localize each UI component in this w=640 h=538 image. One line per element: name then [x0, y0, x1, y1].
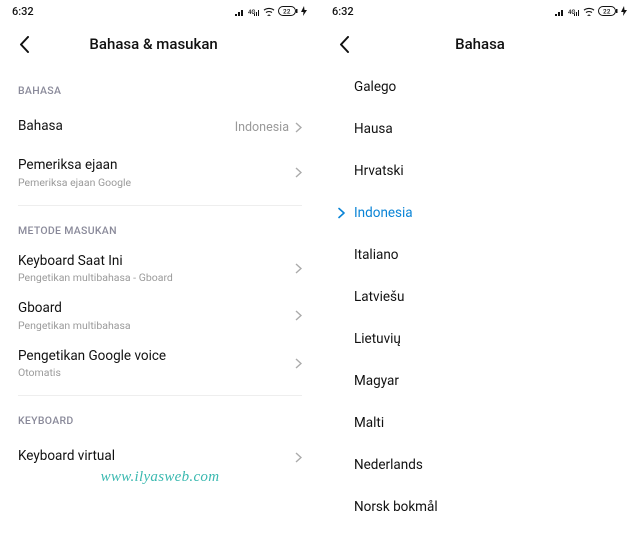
language-option[interactable]: Italiano	[338, 234, 622, 276]
signal-icon	[235, 7, 245, 16]
divider	[18, 395, 302, 396]
language-option[interactable]: Hrvatski	[338, 150, 622, 192]
section-label-metode: METODE MASUKAN	[18, 224, 302, 237]
page-title: Bahasa & masukan	[89, 35, 217, 53]
charging-icon	[301, 6, 308, 16]
chevron-right-icon	[338, 208, 345, 219]
language-option[interactable]: Lietuvių	[338, 318, 622, 360]
status-bar: 6:32 4G 22	[320, 0, 640, 22]
screen-language-input: 6:32 4G 22 Bahasa & masukan BAHASA Bahas…	[0, 0, 320, 538]
chevron-left-icon	[339, 36, 350, 53]
language-option[interactable]: Magyar	[338, 360, 622, 402]
chevron-left-icon	[19, 36, 30, 53]
row-sub: Otomatis	[18, 366, 295, 379]
settings-content: BAHASA Bahasa Indonesia Pemeriksa ejaan …	[0, 84, 320, 479]
chevron-right-icon	[295, 358, 302, 369]
chevron-right-icon	[295, 263, 302, 274]
battery-level: 22	[283, 8, 291, 16]
header: Bahasa & masukan	[0, 22, 320, 66]
battery-icon: 22	[598, 6, 618, 16]
language-option[interactable]: Malti	[338, 402, 622, 444]
language-option[interactable]: Galego	[338, 66, 622, 108]
row-title: Keyboard Saat Ini	[18, 253, 295, 271]
row-spellcheck[interactable]: Pemeriksa ejaan Pemeriksa ejaan Google	[18, 149, 302, 197]
battery-icon: 22	[278, 6, 298, 16]
chevron-right-icon	[295, 452, 302, 463]
status-time: 6:32	[12, 5, 34, 18]
status-bar: 6:32 4G 22	[0, 0, 320, 22]
row-title: Bahasa	[18, 118, 235, 136]
row-current-keyboard[interactable]: Keyboard Saat Ini Pengetikan multibahasa…	[18, 245, 302, 293]
svg-text:22: 22	[603, 8, 611, 16]
chevron-right-icon	[295, 122, 302, 133]
wifi-icon	[583, 7, 595, 16]
signal-icon	[555, 7, 565, 16]
language-option[interactable]: Indonesia	[338, 192, 622, 234]
language-option[interactable]: Latviešu	[338, 276, 622, 318]
language-option[interactable]: Norsk bokmål	[338, 486, 622, 528]
signal-4g-icon: 4G	[568, 7, 580, 16]
status-time: 6:32	[332, 5, 354, 18]
row-value: Indonesia	[235, 120, 289, 135]
row-google-voice[interactable]: Pengetikan Google voice Otomatis	[18, 340, 302, 388]
back-button[interactable]	[334, 34, 354, 54]
wifi-icon	[263, 7, 275, 16]
language-option[interactable]: Nederlands	[338, 444, 622, 486]
signal-4g-icon: 4G	[248, 7, 260, 16]
chevron-right-icon	[295, 310, 302, 321]
back-button[interactable]	[14, 34, 34, 54]
row-title: Gboard	[18, 300, 295, 318]
row-virtual-keyboard[interactable]: Keyboard virtual	[18, 435, 302, 479]
screen-language-select: 6:32 4G 22 Bahasa GalegoHausaHrvatskiInd…	[320, 0, 640, 538]
row-title: Pemeriksa ejaan	[18, 157, 295, 175]
language-list: GalegoHausaHrvatskiIndonesiaItalianoLatv…	[320, 66, 640, 528]
row-title: Pengetikan Google voice	[18, 348, 295, 366]
status-icons: 4G 22	[235, 6, 308, 16]
charging-icon	[621, 6, 628, 16]
row-sub: Pemeriksa ejaan Google	[18, 176, 295, 189]
divider	[18, 205, 302, 206]
row-title: Keyboard virtual	[18, 448, 295, 466]
row-gboard[interactable]: Gboard Pengetikan multibahasa	[18, 292, 302, 340]
language-option[interactable]: Hausa	[338, 108, 622, 150]
row-sub: Pengetikan multibahasa - Gboard	[18, 271, 295, 284]
header: Bahasa	[320, 22, 640, 66]
row-bahasa[interactable]: Bahasa Indonesia	[18, 105, 302, 149]
chevron-right-icon	[295, 167, 302, 178]
section-label-keyboard: KEYBOARD	[18, 414, 302, 427]
row-sub: Pengetikan multibahasa	[18, 319, 295, 332]
page-title: Bahasa	[455, 35, 505, 53]
section-label-bahasa: BAHASA	[18, 84, 302, 97]
status-icons: 4G 22	[555, 6, 628, 16]
